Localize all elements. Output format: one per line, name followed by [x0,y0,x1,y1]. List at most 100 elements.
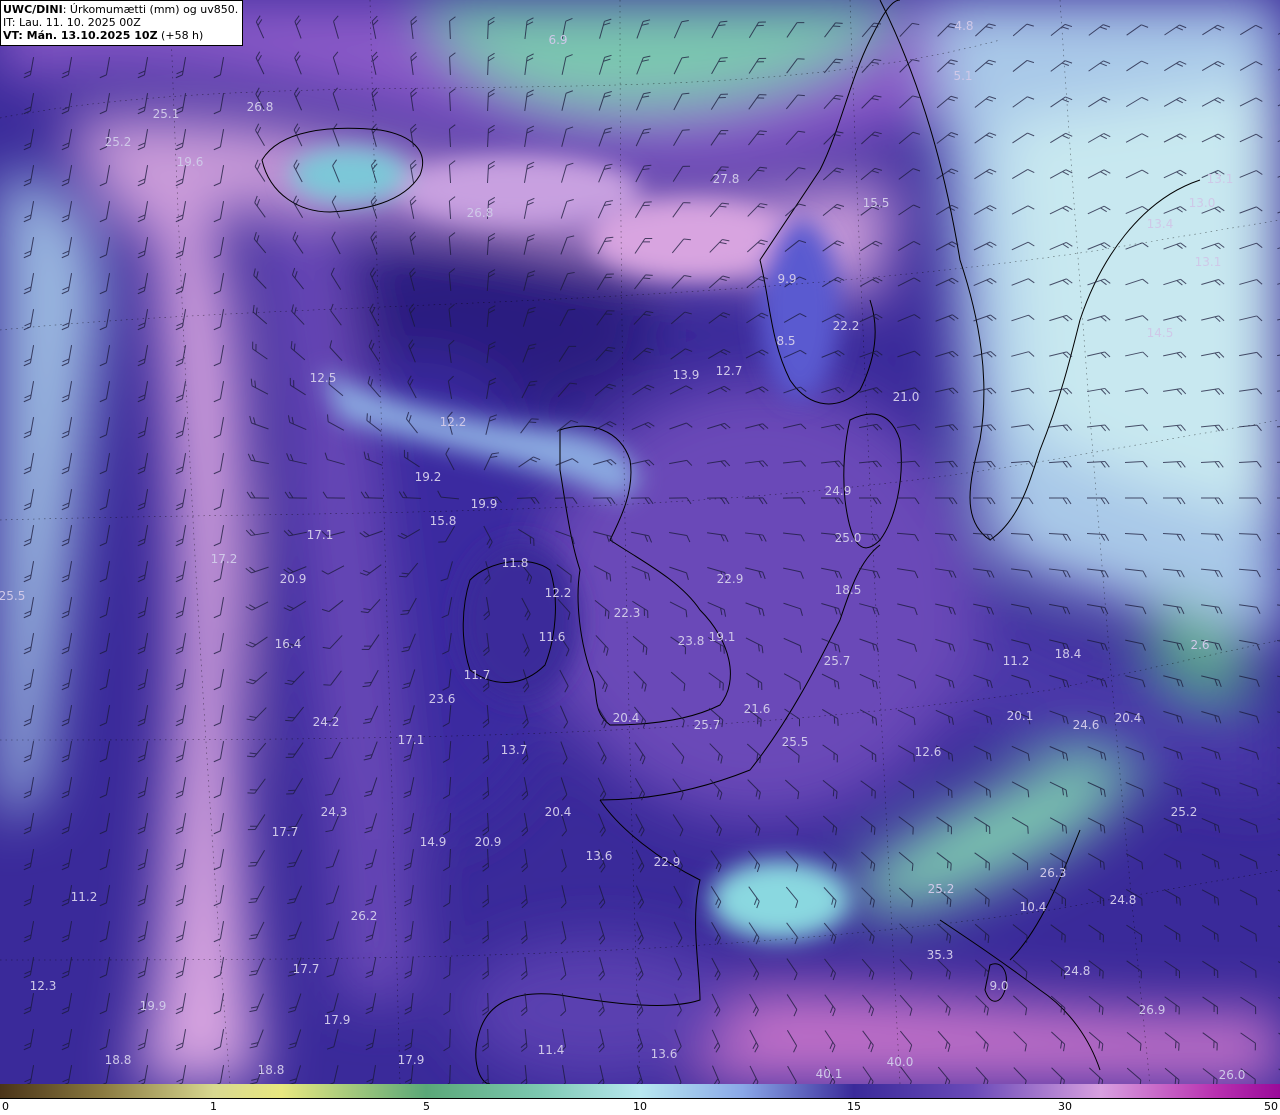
colorbar-tick-50: 50 [1264,1100,1278,1113]
value-label: 25.5 [0,589,25,603]
valid-time-line: VT: Mán. 13.10.2025 10Z (+58 h) [3,29,238,42]
value-label: 23.6 [429,692,456,706]
value-label: 18.5 [835,583,862,597]
value-label: 2.6 [1190,638,1209,652]
value-label: 9.9 [777,272,796,286]
lead-time: (+58 h) [157,29,204,42]
value-label: 4.8 [954,19,973,33]
value-label: 19.6 [177,155,204,169]
value-label: 17.1 [307,528,334,542]
value-label: 40.0 [887,1055,914,1069]
value-label: 40.1 [816,1067,843,1081]
value-label: 21.0 [893,390,920,404]
value-label: 24.9 [825,484,852,498]
value-label: 13.1 [1195,255,1222,269]
value-label: 5.1 [953,69,972,83]
value-label: 13.6 [651,1047,678,1061]
precipitable-water-map: 6.9 4.8 5.1 25.1 26.8 25.2 19.6 26.8 27.8 13.1 13.… [0,0,1280,1084]
value-label: 19.9 [140,999,167,1013]
value-label: 24.6 [1073,718,1100,732]
value-label: 14.5 [1147,326,1174,340]
value-label: 22.2 [833,319,860,333]
value-label: 13.6 [586,849,613,863]
value-label: 12.2 [440,415,467,429]
value-label: 20.9 [475,835,502,849]
value-label: 23.8 [678,634,705,648]
value-label: 17.9 [398,1053,425,1067]
value-label: 22.3 [614,606,641,620]
value-label: 11.8 [502,556,529,570]
iceland-sea-pink [400,155,640,225]
value-label: 20.4 [613,711,640,725]
value-label: 20.1 [1007,709,1034,723]
title-line: UWC/DINI: Úrkomumætti (mm) og uv850. [3,3,238,16]
value-label: 20.9 [280,572,307,586]
value-label: 11.7 [464,668,491,682]
value-label: 22.9 [654,855,681,869]
colorbar-tick-30: 30 [1058,1100,1072,1113]
value-label: 12.6 [915,745,942,759]
value-label: 13.0 [1189,196,1216,210]
colorbar-tick-15: 15 [847,1100,861,1113]
value-label: 17.7 [272,825,299,839]
value-label: 12.2 [545,586,572,600]
value-label: 9.0 [989,979,1008,993]
value-label: 24.3 [321,805,348,819]
value-label: 18.4 [1055,647,1082,661]
value-label: 6.9 [548,33,567,47]
value-label: 15.5 [863,196,890,210]
value-label: 17.7 [293,962,320,976]
value-label: 25.2 [1171,805,1198,819]
colorbar-tick-10: 10 [633,1100,647,1113]
value-label: 19.2 [415,470,442,484]
value-label: 18.8 [105,1053,132,1067]
value-label: 17.2 [211,552,238,566]
value-label: 20.4 [1115,711,1142,725]
value-label: 8.5 [776,334,795,348]
value-label: 21.6 [744,702,771,716]
value-label: 12.7 [716,364,743,378]
value-label: 15.8 [430,514,457,528]
iceland-dry [290,147,410,203]
value-label: 25.1 [153,107,180,121]
colorbar: 0 1 5 10 15 30 50 [0,1084,1280,1115]
value-label: 24.8 [1110,893,1137,907]
value-label: 25.0 [835,531,862,545]
map-header: UWC/DINI: Úrkomumætti (mm) og uv850. IT:… [0,0,244,46]
model-name: UWC/DINI [3,3,63,16]
value-label: 12.5 [310,371,337,385]
value-label: 25.2 [928,882,955,896]
value-label: 26.8 [247,100,274,114]
value-label: 26.2 [351,909,378,923]
value-label: 26.8 [467,206,494,220]
colorbar-tick-1: 1 [210,1100,217,1113]
value-label: 26.0 [1219,1068,1246,1082]
value-label: 18.8 [258,1063,285,1077]
value-label: 12.3 [30,979,57,993]
value-label: 26.9 [1139,1003,1166,1017]
value-label: 13.1 [1207,172,1234,186]
value-label: 24.8 [1064,964,1091,978]
value-label: 11.2 [1003,654,1030,668]
value-label: 17.1 [398,733,425,747]
value-label: 13.7 [501,743,528,757]
colorbar-tick-5: 5 [423,1100,430,1113]
value-label: 17.9 [324,1013,351,1027]
value-label: 20.4 [545,805,572,819]
value-label: 13.9 [673,368,700,382]
value-label: 11.6 [539,630,566,644]
value-label: 25.5 [782,735,809,749]
value-label: 16.4 [275,637,302,651]
value-label: 19.9 [471,497,498,511]
value-label: 25.2 [105,135,132,149]
value-label: 26.3 [1040,866,1067,880]
init-time: IT: Lau. 11. 10. 2025 00Z [3,16,141,29]
value-label: 19.1 [709,630,736,644]
colorbar-strip [0,1084,1280,1099]
value-label: 22.9 [717,572,744,586]
value-label: 14.9 [420,835,447,849]
value-label: 11.2 [71,890,98,904]
value-label: 13.4 [1147,217,1174,231]
value-label: 25.7 [824,654,851,668]
value-label: 11.4 [538,1043,565,1057]
